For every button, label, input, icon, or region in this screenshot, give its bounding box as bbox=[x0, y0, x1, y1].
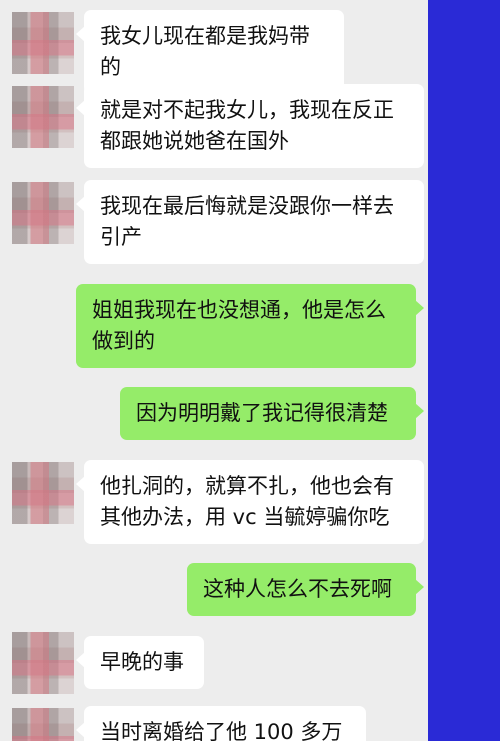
chat-area[interactable]: 我女儿现在都是我妈带的 就是对不起我女儿，我现在反正都跟她说她爸在国外 我现在最… bbox=[0, 0, 428, 741]
message-bubble-outgoing[interactable]: 这种人怎么不去死啊 bbox=[187, 563, 424, 616]
message-bubble-incoming[interactable]: 当时离婚给了他 100 多万 bbox=[76, 706, 366, 741]
message-bubble-incoming[interactable]: 我女儿现在都是我妈带的 bbox=[76, 10, 344, 94]
message-bubble-incoming[interactable]: 他扎洞的，就算不扎，他也会有其他办法，用 vc 当毓婷骗你吃 bbox=[76, 460, 424, 544]
side-color-bar bbox=[428, 0, 500, 741]
message-bubble-incoming[interactable]: 早晚的事 bbox=[76, 636, 204, 689]
contact-avatar[interactable] bbox=[12, 462, 74, 524]
message-bubble-incoming[interactable]: 就是对不起我女儿，我现在反正都跟她说她爸在国外 bbox=[76, 84, 424, 168]
message-bubble-outgoing[interactable]: 姐姐我现在也没想通，他是怎么做到的 bbox=[76, 284, 424, 368]
contact-avatar[interactable] bbox=[12, 86, 74, 148]
contact-avatar[interactable] bbox=[12, 182, 74, 244]
message-bubble-outgoing[interactable]: 因为明明戴了我记得很清楚 bbox=[120, 387, 424, 440]
contact-avatar[interactable] bbox=[12, 708, 74, 741]
contact-avatar[interactable] bbox=[12, 12, 74, 74]
contact-avatar[interactable] bbox=[12, 632, 74, 694]
message-bubble-incoming[interactable]: 我现在最后悔就是没跟你一样去引产 bbox=[76, 180, 424, 264]
